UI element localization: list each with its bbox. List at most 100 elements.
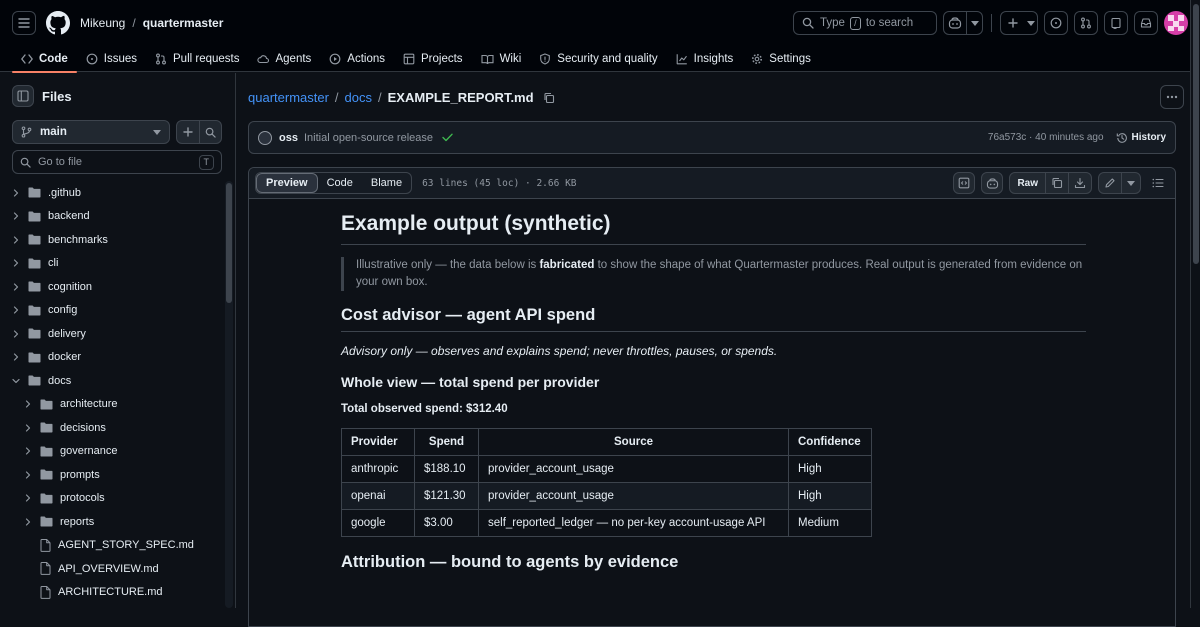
tab-agents[interactable]: Agents <box>248 46 320 72</box>
copilot-icon <box>986 177 999 189</box>
github-logo-icon[interactable] <box>46 11 70 35</box>
tree-folder-item[interactable]: benchmarks <box>0 228 224 252</box>
header-row: Mikeung / quartermaster Type / to search <box>0 0 1200 46</box>
sidebar-scrollbar[interactable] <box>225 181 233 608</box>
tab-issues[interactable]: Issues <box>77 46 146 72</box>
history-button[interactable]: History <box>1116 132 1166 144</box>
tab-actions[interactable]: Actions <box>320 46 394 72</box>
play-icon <box>329 53 341 65</box>
table-cell: High <box>788 482 872 510</box>
agents-icon <box>257 54 270 64</box>
issues-button[interactable] <box>1044 11 1068 35</box>
folder-icon <box>40 422 53 433</box>
tab-code[interactable]: Code <box>12 46 77 73</box>
tree-file-item[interactable]: ARCHITECTURE.md <box>0 581 224 605</box>
folder-icon <box>28 234 41 245</box>
more-options-button[interactable] <box>1160 85 1184 109</box>
check-icon[interactable] <box>442 133 453 142</box>
search-code-button[interactable] <box>199 121 221 143</box>
tab-wiki[interactable]: Wiki <box>472 46 531 72</box>
edit-file-button[interactable] <box>1099 173 1121 193</box>
user-avatar[interactable] <box>1164 11 1188 35</box>
total-spend: Total observed spend: $312.40 <box>341 403 508 415</box>
latest-commit-bar: oss Initial open-source release 76a573c … <box>248 121 1176 154</box>
tab-pull-requests[interactable]: Pull requests <box>146 46 248 72</box>
create-new-button[interactable] <box>1000 11 1038 35</box>
create-dropdown[interactable] <box>1025 12 1037 34</box>
tree-folder-item[interactable]: reports <box>0 510 224 534</box>
blame-view-tab[interactable]: Blame <box>362 173 411 193</box>
table-cell: $3.00 <box>414 509 479 537</box>
edit-dropdown-button[interactable] <box>1121 173 1140 193</box>
copy-path-button[interactable] <box>543 92 555 104</box>
tree-folder-item[interactable]: config <box>0 299 224 323</box>
folder-icon <box>28 281 41 292</box>
branch-name: main <box>40 126 67 138</box>
copy-raw-button[interactable] <box>1045 173 1068 193</box>
breadcrumb-repo-link[interactable]: quartermaster <box>248 90 329 105</box>
tree-folder-item[interactable]: docker <box>0 346 224 370</box>
table-cell: provider_account_usage <box>478 455 789 483</box>
breadcrumb-dir-link[interactable]: docs <box>345 90 372 105</box>
pull-request-icon <box>155 53 167 65</box>
collapse-sidebar-button[interactable] <box>12 85 34 107</box>
table-header-cell: Spend <box>414 428 479 456</box>
tab-projects[interactable]: Projects <box>394 46 472 72</box>
tab-settings[interactable]: Settings <box>742 46 820 72</box>
tab-security-and-quality[interactable]: Security and quality <box>530 46 666 72</box>
copilot-dropdown[interactable] <box>966 12 982 34</box>
repositories-button[interactable] <box>1104 11 1128 35</box>
folder-icon <box>28 187 41 198</box>
tree-file-item[interactable]: AGENT_STORY_SPEC.md <box>0 534 224 558</box>
menu-button[interactable] <box>12 11 36 35</box>
outline-button[interactable] <box>1147 172 1169 194</box>
page-scrollbar[interactable] <box>1190 0 1200 608</box>
pull-requests-button[interactable] <box>1074 11 1098 35</box>
table-cell: self_reported_ledger — no per-key accoun… <box>478 509 789 537</box>
tree-folder-item[interactable]: cli <box>0 252 224 276</box>
tree-folder-item[interactable]: protocols <box>0 487 224 511</box>
inbox-button[interactable] <box>1134 11 1158 35</box>
search-input[interactable]: Type / to search <box>793 11 937 35</box>
commit-author-avatar[interactable] <box>258 130 272 145</box>
tree-folder-item[interactable]: cognition <box>0 275 224 299</box>
commit-message[interactable]: Initial open-source release <box>304 132 433 144</box>
branch-selector[interactable]: main <box>12 120 170 144</box>
tree-folder-item[interactable]: delivery <box>0 322 224 346</box>
add-file-button[interactable] <box>177 121 199 143</box>
tree-file-item[interactable]: API_OVERVIEW.md <box>0 557 224 581</box>
tree-item-label: prompts <box>60 468 100 481</box>
tree-folder-item[interactable]: .github <box>0 181 224 205</box>
download-button[interactable] <box>1068 173 1091 193</box>
pencil-icon <box>1105 178 1115 188</box>
commit-author[interactable]: oss <box>279 132 298 144</box>
go-to-file-input[interactable]: Go to file T <box>12 150 222 174</box>
provider-spend-table: Provider Spend Source Confidence anthrop… <box>341 428 872 537</box>
code-view-tab[interactable]: Code <box>318 173 362 193</box>
tree-folder-item[interactable]: docs <box>0 369 224 393</box>
tree-folder-item[interactable]: governance <box>0 440 224 464</box>
commit-sha-time[interactable]: 76a573c · 40 minutes ago <box>988 132 1104 143</box>
plus-button[interactable] <box>1001 12 1025 34</box>
repo-link[interactable]: quartermaster <box>143 16 224 30</box>
owner-link[interactable]: Mikeung <box>80 16 125 30</box>
tree-folder-item[interactable]: decisions <box>0 416 224 440</box>
tree-folder-item[interactable]: architecture <box>0 393 224 417</box>
sidebar-action-group <box>176 120 222 144</box>
tree-folder-item[interactable]: prompts <box>0 463 224 487</box>
copilot-ask-button[interactable] <box>981 172 1004 194</box>
folder-icon <box>40 516 53 527</box>
symbols-panel-button[interactable] <box>953 172 976 194</box>
copilot-split-button[interactable] <box>943 11 983 35</box>
file-actions: Raw <box>953 172 1169 194</box>
chevron-right-icon <box>10 259 22 267</box>
tree-folder-item[interactable]: backend <box>0 205 224 229</box>
preview-tab[interactable]: Preview <box>256 173 318 193</box>
folder-icon <box>28 328 41 339</box>
triangle-down-icon <box>1027 20 1035 26</box>
raw-button[interactable]: Raw <box>1010 173 1045 193</box>
tab-insights[interactable]: Insights <box>667 46 743 72</box>
copilot-button[interactable] <box>944 12 966 34</box>
chevron-right-icon <box>10 189 22 197</box>
shield-icon <box>539 53 551 65</box>
